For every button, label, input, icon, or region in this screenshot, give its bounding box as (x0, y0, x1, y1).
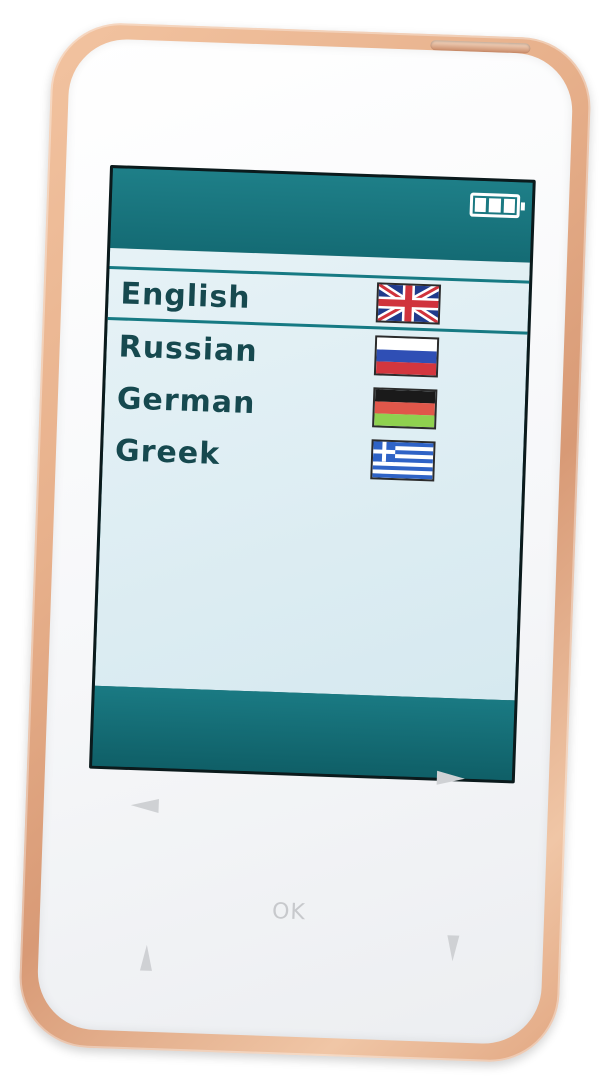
translator-device: English Russian German Greek OK (17, 20, 593, 1065)
uk-flag-icon (375, 282, 442, 325)
arrow-right-icon[interactable] (436, 770, 466, 786)
arrow-up-icon[interactable] (139, 944, 153, 971)
arrow-down-icon[interactable] (446, 935, 460, 962)
language-menu: English Russian German Greek (94, 248, 530, 701)
stage: English Russian German Greek OK (0, 0, 599, 1082)
battery-full-icon (469, 192, 521, 219)
status-bar (110, 168, 533, 263)
language-label: Russian (118, 328, 259, 369)
device-screen: English Russian German Greek (88, 164, 536, 784)
ok-button[interactable]: OK (272, 899, 307, 925)
language-label: English (119, 275, 252, 316)
russia-flag-icon (373, 335, 440, 378)
bottom-bar (92, 685, 515, 781)
arrow-left-icon[interactable] (130, 798, 159, 814)
language-label: German (116, 380, 257, 421)
language-label: Greek (114, 432, 221, 472)
language-list: English Russian German Greek (102, 266, 530, 491)
germany-flag-icon (372, 387, 438, 430)
greece-flag-icon (370, 439, 436, 482)
